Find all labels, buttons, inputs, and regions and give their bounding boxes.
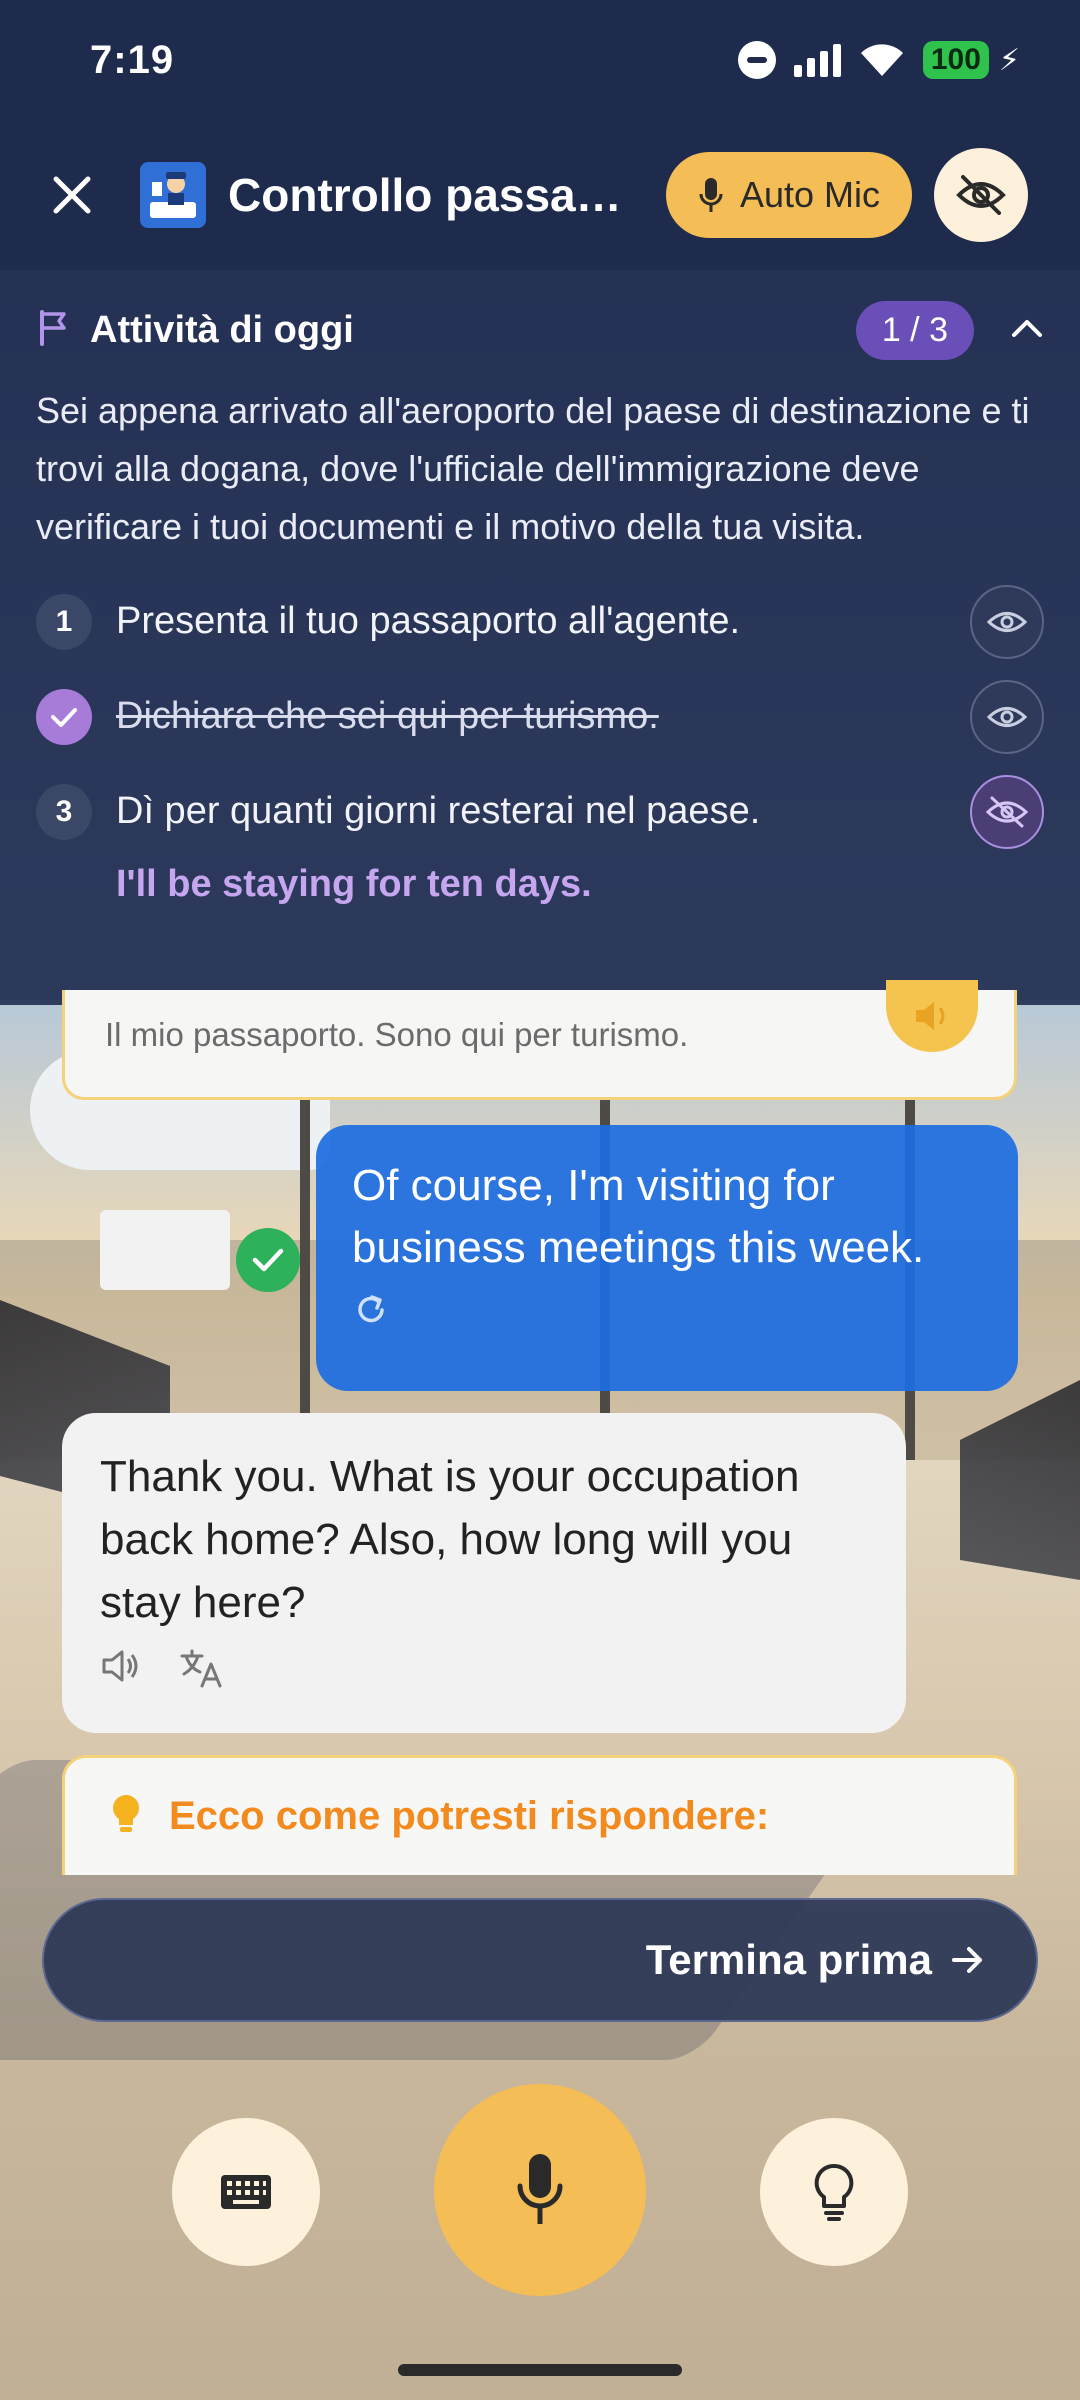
status-time: 7:19 [90, 37, 175, 82]
signal-icon [793, 43, 841, 77]
reveal-hint-button[interactable] [970, 584, 1044, 659]
mic-icon [699, 178, 723, 212]
previous-message-bubble: Il mio passaporto. Sono qui per turismo. [62, 980, 1017, 1100]
step-complete-badge [36, 688, 92, 745]
keyboard-icon [221, 2175, 271, 2209]
task-panel-header[interactable]: Attività di oggi 1 / 3 [36, 270, 1044, 390]
record-button[interactable] [434, 2084, 646, 2296]
chevron-up-icon[interactable] [1010, 317, 1044, 344]
check-icon [51, 707, 77, 727]
charging-icon: ⚡ [998, 43, 1020, 77]
step-text: Dì per quanti giorni resterai nel paese. [116, 790, 761, 832]
bot-message-text: Thank you. What is your occupation back … [100, 1452, 800, 1627]
page-title: Controllo passaporti [228, 169, 638, 221]
task-step: 3 Dì per quanti giorni resterai nel paes… [36, 764, 1044, 859]
eye-icon [987, 611, 1027, 632]
auto-mic-label: Auto Mic [740, 174, 881, 215]
user-message-text: Of course, I'm visiting for business mee… [352, 1161, 925, 1272]
hint-button[interactable] [760, 2118, 908, 2266]
eye-icon [987, 706, 1027, 727]
message-translation: Il mio passaporto. Sono qui per turismo. [105, 1016, 689, 1053]
suggestion-label: Ecco come potresti rispondere: [169, 1794, 770, 1838]
lightbulb-icon [814, 2163, 854, 2221]
do-not-disturb-icon [737, 41, 776, 79]
task-step: Dichiara che sei qui per turismo. [36, 669, 1044, 764]
close-button[interactable] [40, 163, 104, 227]
flag-icon [36, 309, 70, 351]
battery-indicator: 100 [922, 41, 989, 79]
check-icon [252, 1248, 284, 1272]
task-progress-badge: 1 / 3 [855, 300, 974, 360]
keyboard-button[interactable] [172, 2118, 320, 2266]
wifi-icon [859, 43, 905, 77]
task-steps: 1 Presenta il tuo passaporto all'agente.… [36, 574, 1044, 859]
task-step: 1 Presenta il tuo passaporto all'agente. [36, 574, 1044, 669]
background-chairs-right [960, 1380, 1080, 1580]
hide-hint-button[interactable] [970, 774, 1044, 849]
translate-icon[interactable] [180, 1648, 224, 1693]
lightbulb-icon [109, 1793, 143, 1840]
user-message-bubble: Of course, I'm visiting for business mee… [316, 1125, 1018, 1391]
eye-off-icon [986, 796, 1028, 827]
auto-mic-button[interactable]: Auto Mic [666, 152, 913, 238]
suggestion-card[interactable]: Ecco come potresti rispondere: [62, 1755, 1017, 1875]
hide-text-button[interactable] [934, 148, 1029, 242]
arrow-right-icon [952, 1947, 982, 1973]
message-tools [100, 1648, 868, 1693]
bot-message-bubble: Thank you. What is your occupation back … [62, 1413, 906, 1733]
mic-icon [517, 2154, 563, 2224]
step-text: Dichiara che sei qui per turismo. [116, 695, 659, 737]
status-bar: 7:19 100 ⚡ [0, 0, 1080, 120]
background-truck [100, 1210, 230, 1290]
step-text: Presenta il tuo passaporto all'agente. [116, 600, 741, 642]
step-number: 1 [36, 593, 92, 650]
passport-officer-icon [140, 162, 206, 228]
end-early-button[interactable]: Termina prima [42, 1898, 1038, 2022]
retry-button[interactable] [352, 1291, 982, 1334]
reveal-hint-button[interactable] [970, 679, 1044, 754]
message-check-badge [236, 1228, 300, 1292]
task-panel-title: Attività di oggi [90, 308, 354, 351]
end-early-label: Termina prima [645, 1936, 932, 1983]
close-icon [53, 176, 91, 214]
home-indicator[interactable] [398, 2364, 682, 2376]
step-number: 3 [36, 783, 92, 840]
eye-off-icon [956, 175, 1006, 215]
task-description: Sei appena arrivato all'aeroporto del pa… [36, 390, 1030, 547]
daily-task-panel: Attività di oggi 1 / 3 Sei appena arriva… [0, 270, 1080, 1005]
conversation-header: Controllo passaporti Auto Mic [0, 120, 1080, 270]
step-hint-answer: I'll be staying for ten days. [116, 863, 592, 905]
status-icons: 100 ⚡ [737, 41, 1020, 79]
speaker-icon[interactable] [100, 1648, 140, 1693]
refresh-icon [358, 1295, 384, 1323]
